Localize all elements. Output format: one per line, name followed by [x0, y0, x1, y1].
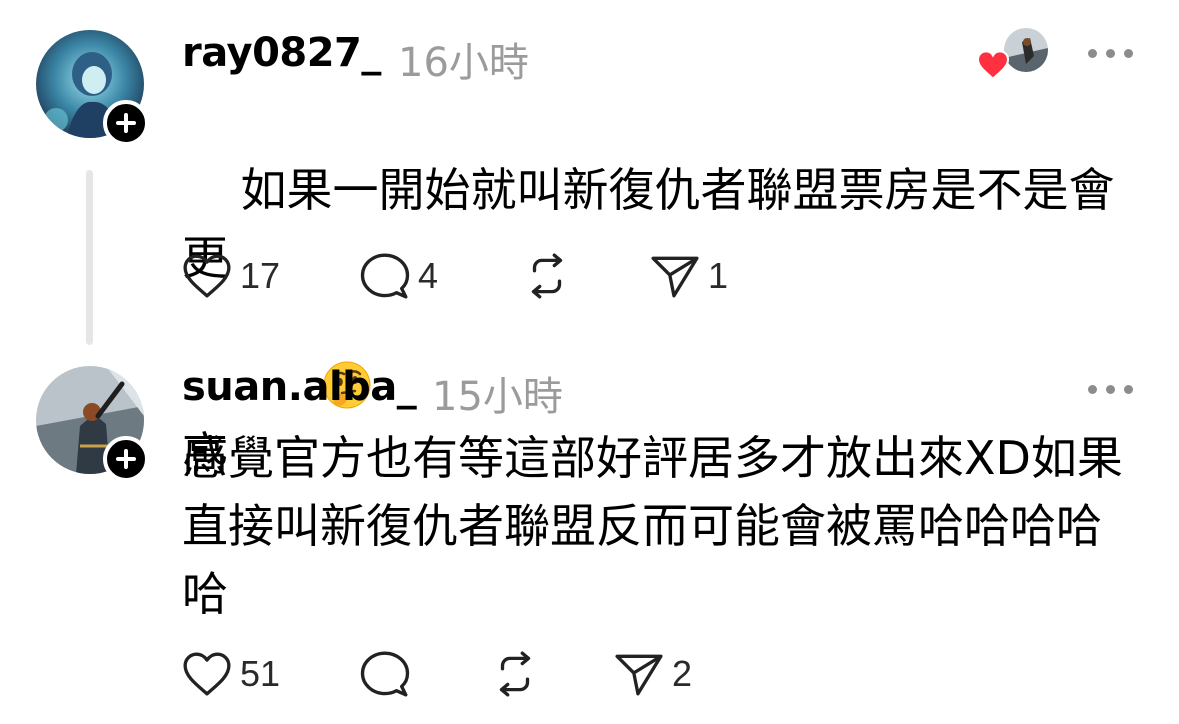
more-options-button[interactable]	[1088, 382, 1134, 396]
username[interactable]: suan.alba_	[182, 364, 417, 410]
plus-icon	[116, 449, 136, 469]
timestamp: 15小時	[432, 374, 563, 420]
heart-filled-icon	[976, 50, 1010, 80]
like-button[interactable]: 51	[182, 644, 280, 704]
repost-button[interactable]	[522, 246, 580, 306]
more-dots-icon	[1088, 49, 1097, 58]
timestamp: 16小時	[398, 40, 529, 86]
comment-button[interactable]	[360, 644, 418, 704]
repost-icon	[499, 651, 531, 697]
follow-button[interactable]	[103, 100, 149, 146]
send-icon	[651, 256, 699, 298]
plus-icon	[116, 113, 136, 133]
heart-icon	[183, 652, 231, 696]
repost-icon	[531, 253, 563, 299]
share-button[interactable]: 1	[650, 246, 728, 306]
comment-bubble-icon	[360, 253, 410, 299]
like-button[interactable]: 17	[182, 246, 280, 306]
follow-button[interactable]	[103, 436, 149, 482]
post-actions: 17 4 1	[182, 246, 782, 306]
post-actions: 51 2	[182, 644, 782, 704]
share-count: 2	[672, 653, 693, 694]
post-text: 感覺官方也有等這部好評居多才放出來XD如果 直接叫新復仇者聯盟反而可能會被罵哈哈…	[182, 431, 1123, 621]
heart-icon	[183, 254, 231, 298]
comment-button[interactable]: 4	[360, 246, 438, 306]
like-count: 17	[240, 255, 281, 296]
more-options-button[interactable]	[1088, 46, 1134, 60]
author-liked-indicator	[976, 26, 1050, 80]
share-count: 1	[708, 255, 729, 296]
comment-count: 4	[418, 255, 439, 296]
share-button[interactable]: 2	[614, 644, 692, 704]
like-count: 51	[240, 653, 281, 694]
more-dots-icon	[1088, 385, 1097, 394]
repost-button[interactable]	[490, 644, 548, 704]
send-icon	[615, 654, 663, 696]
thread-connector-line	[86, 170, 93, 345]
username[interactable]: ray0827_	[182, 30, 381, 76]
comment-bubble-icon	[360, 651, 410, 697]
